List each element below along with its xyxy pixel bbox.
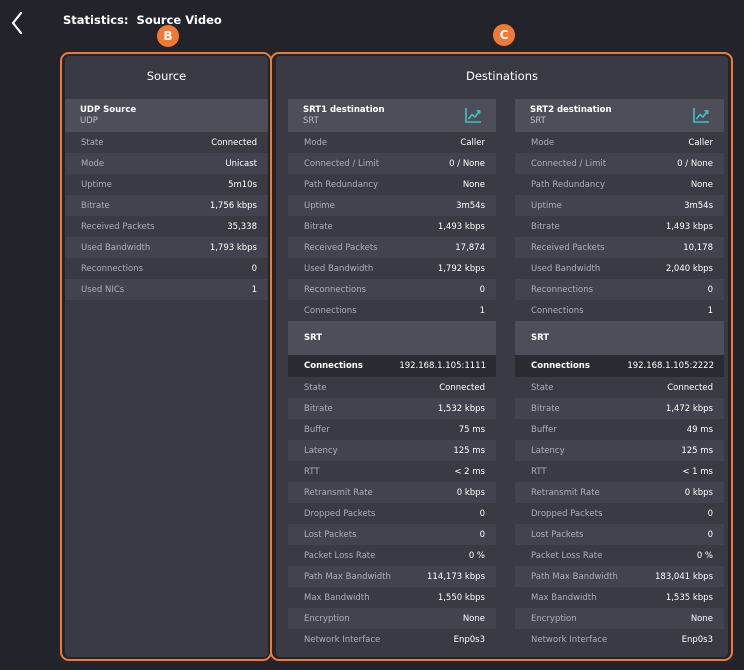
chevron-left-icon (11, 11, 23, 35)
back-button[interactable] (8, 10, 28, 36)
scrollbar[interactable] (736, 52, 742, 661)
highlight-frame-destinations (270, 52, 733, 661)
page-title: Statistics: Source Video (63, 13, 222, 27)
page-title-label: Statistics: (63, 13, 129, 27)
callout-badge-b: B (157, 25, 179, 47)
page-title-name: Source Video (136, 13, 222, 27)
highlight-frame-source (60, 52, 272, 661)
callout-badge-c: C (493, 24, 515, 46)
